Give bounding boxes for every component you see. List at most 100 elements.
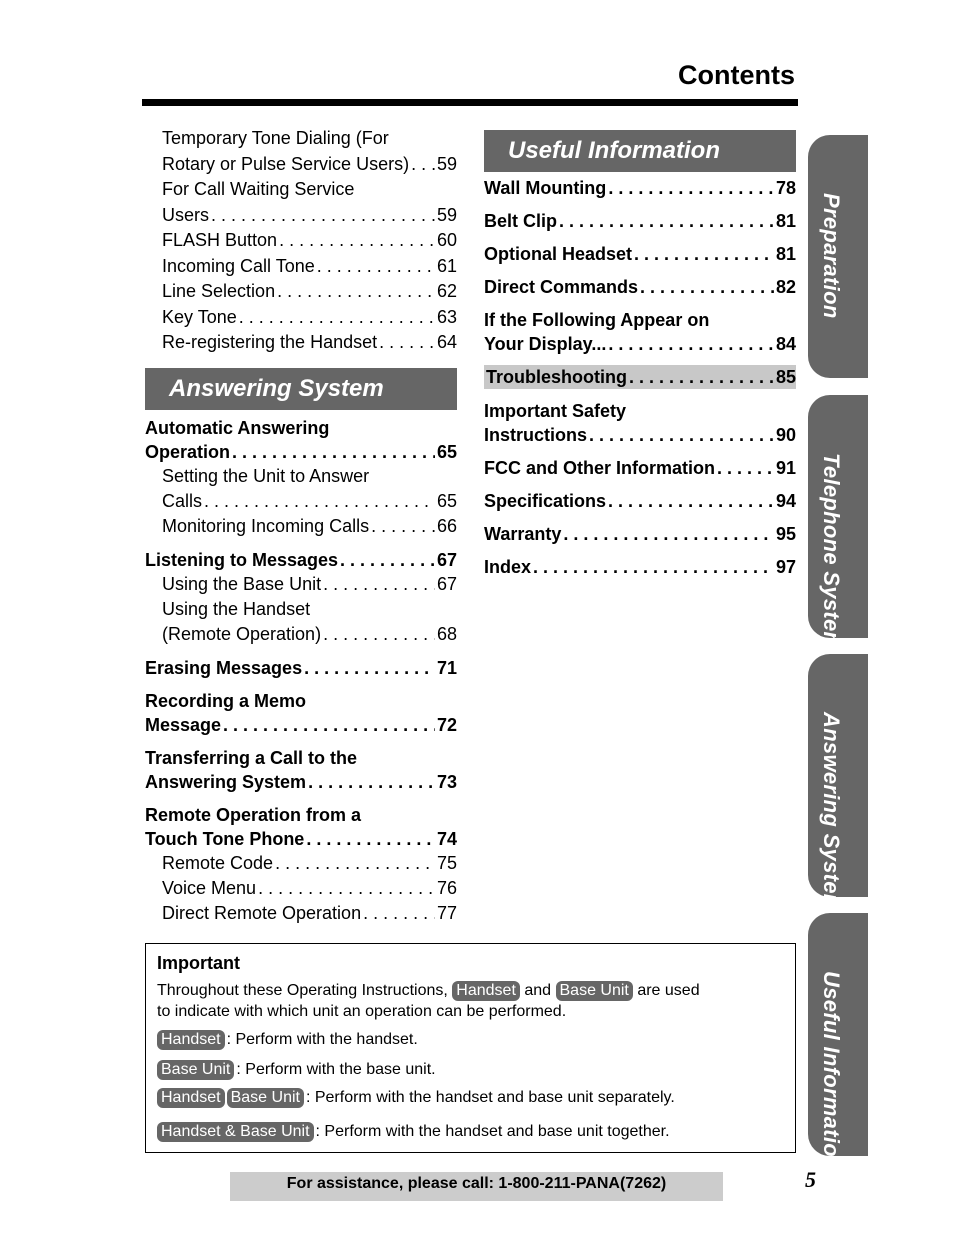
toc-entry-line: Setting the Unit to Answer xyxy=(162,464,457,489)
toc-entry-title: Your Display... xyxy=(484,334,607,354)
leader-dots xyxy=(608,332,774,356)
legend-row: Base Unit: Perform with the base unit. xyxy=(157,1060,436,1080)
toc-entry[interactable]: Line Selection 62 xyxy=(145,279,457,305)
toc-entry[interactable]: Optional Headset 81 xyxy=(484,242,796,266)
toc-entry-line: Calls 65 xyxy=(162,489,457,514)
toc-page-number: 97 xyxy=(775,557,796,577)
toc-entry-title: Specifications xyxy=(484,491,607,511)
toc-entry[interactable]: FCC and Other Information 91 xyxy=(484,456,796,480)
leader-dots xyxy=(223,713,435,737)
right-column: Useful Information Wall Mounting 78 Belt C… xyxy=(484,130,796,579)
toc-entry[interactable]: Warranty 95 xyxy=(484,522,796,546)
toc-entry-title: Using the Handset xyxy=(162,598,311,619)
toc-entry[interactable]: Belt Clip 81 xyxy=(484,209,796,233)
toc-entry[interactable]: Using the Handset (Remote Operation) 68 xyxy=(145,597,457,647)
toc-entry-title: Warranty xyxy=(484,524,562,544)
assistance-footer: For assistance, please call: 1-800-211-P… xyxy=(230,1172,723,1201)
toc-entry[interactable]: Monitoring Incoming Calls 66 xyxy=(145,514,457,539)
toc-entry[interactable]: Re-registering the Handset 64 xyxy=(145,330,457,356)
toc-entry[interactable]: Incoming Call Tone 61 xyxy=(145,254,457,280)
toc-entry[interactable]: Important Safety Instructions 90 xyxy=(484,399,796,447)
toc-entry-line: Touch Tone Phone 74 xyxy=(145,827,457,851)
toc-entry-title: Key Tone xyxy=(162,306,237,327)
toc-entry[interactable]: Recording a Memo Message 72 xyxy=(145,689,457,737)
left-column: Temporary Tone Dialing (For Rotary or Pul… xyxy=(145,126,457,926)
toc-entry[interactable]: Using the Base Unit 67 xyxy=(145,572,457,597)
toc-entry[interactable]: Direct Remote Operation 77 xyxy=(145,901,457,926)
toc-entry-title: For Call Waiting Service xyxy=(162,179,355,199)
toc-entry[interactable]: Temporary Tone Dialing (For Rotary or Pul… xyxy=(145,126,457,177)
toc-entry-line: Important Safety xyxy=(484,399,796,423)
toc-entry-highlighted[interactable]: Troubleshooting 85 xyxy=(484,365,796,389)
toc-entry[interactable]: Setting the Unit to Answer Calls 65 xyxy=(145,464,457,514)
toc-entry-title: Instructions xyxy=(484,425,588,445)
toc-entry[interactable]: Erasing Messages 71 xyxy=(145,656,457,680)
unit-chip: Handset xyxy=(157,1030,225,1050)
toc-page-number: 67 xyxy=(436,573,457,594)
tab-useful-information[interactable]: Useful Information xyxy=(808,913,868,1171)
toc-page-number: 85 xyxy=(775,367,796,387)
toc-page-number: 67 xyxy=(436,549,457,570)
toc-entry-title: Re-registering the Handset xyxy=(162,332,378,352)
toc-entry-title: Recording a Memo xyxy=(145,690,307,711)
toc-entry-title: Wall Mounting xyxy=(484,178,607,198)
toc-page-number: 82 xyxy=(775,277,796,297)
toc-entry-title: Incoming Call Tone xyxy=(162,255,315,276)
toc-entry-line: Index 97 xyxy=(484,555,796,579)
toc-entry[interactable]: Key Tone 63 xyxy=(145,305,457,331)
toc-entry-line: Key Tone 63 xyxy=(162,305,457,331)
answering-system-entries: Automatic AnsweringOperation65Setting th… xyxy=(145,416,457,926)
leader-dots xyxy=(232,440,435,464)
important-note-box: Important Throughout these Operating Ins… xyxy=(145,943,796,1153)
toc-page-number: 94 xyxy=(775,491,796,511)
tab-answering-system[interactable]: Answering System xyxy=(808,654,868,914)
toc-entry-line: Operation 65 xyxy=(145,440,457,464)
toc-entry[interactable]: Listening to Messages 67 xyxy=(145,548,457,572)
continued-entries: Temporary Tone Dialing (For Rotary or Pul… xyxy=(145,126,457,356)
toc-entry[interactable]: Automatic Answering Operation 65 xyxy=(145,416,457,464)
tab-telephone-system[interactable]: Telephone System xyxy=(808,395,868,651)
toc-entry-title: Temporary Tone Dialing (For xyxy=(162,128,389,148)
toc-page-number: 76 xyxy=(436,877,457,898)
toc-entry-title: Index xyxy=(484,557,532,577)
toc-entry-line: Warranty 95 xyxy=(484,522,796,546)
toc-entry-title: FCC and Other Information xyxy=(484,458,715,478)
toc-page-number: 81 xyxy=(775,244,796,264)
leader-dots xyxy=(640,275,774,299)
toc-entry[interactable]: FLASH Button 60 xyxy=(145,228,457,254)
toc-entry-title: Troubleshooting xyxy=(486,367,627,387)
toc-page-number: 84 xyxy=(775,334,796,354)
toc-entry-title: Optional Headset xyxy=(484,244,633,264)
toc-entry[interactable]: Voice Menu 76 xyxy=(145,876,457,901)
toc-page-number: 95 xyxy=(775,524,796,544)
handset-chip: Handset xyxy=(452,981,520,1001)
leader-dots xyxy=(258,876,435,901)
toc-entry-line: Users 59 xyxy=(162,203,457,229)
toc-entry-line: Direct Remote Operation 77 xyxy=(162,901,457,926)
toc-page-number: 59 xyxy=(436,153,457,174)
toc-entry[interactable]: Remote Operation from a Touch Tone Phone 7… xyxy=(145,803,457,851)
toc-page-number: 77 xyxy=(436,902,457,923)
legend-text: : Perform with the handset. xyxy=(226,1031,418,1048)
toc-entry[interactable]: Wall Mounting 78 xyxy=(484,176,796,200)
toc-entry[interactable]: Specifications 94 xyxy=(484,489,796,513)
toc-page-number: 65 xyxy=(436,490,457,511)
tab-preparation[interactable]: Preparation xyxy=(808,135,868,378)
toc-entry[interactable]: Remote Code 75 xyxy=(145,851,457,876)
toc-entry[interactable]: For Call Waiting Service Users 59 xyxy=(145,177,457,228)
toc-entry-line: Belt Clip 81 xyxy=(484,209,796,233)
toc-entry[interactable]: Direct Commands 82 xyxy=(484,275,796,299)
toc-entry[interactable]: If the Following Appear on Your Display..… xyxy=(484,308,796,356)
leader-dots xyxy=(634,242,774,266)
toc-entry-title: Belt Clip xyxy=(484,211,558,231)
toc-entry-line: Answering System 73 xyxy=(145,770,457,794)
toc-entry-line: FCC and Other Information 91 xyxy=(484,456,796,480)
toc-page-number: 72 xyxy=(436,714,457,735)
toc-entry-title: Important Safety xyxy=(484,401,627,421)
toc-entry[interactable]: Transferring a Call to the Answering Syst… xyxy=(145,746,457,794)
intro-text: and xyxy=(524,982,552,999)
toc-entry[interactable]: Index 97 xyxy=(484,555,796,579)
leader-dots xyxy=(717,456,774,480)
leader-dots xyxy=(279,228,435,254)
toc-page-number: 64 xyxy=(436,332,457,352)
